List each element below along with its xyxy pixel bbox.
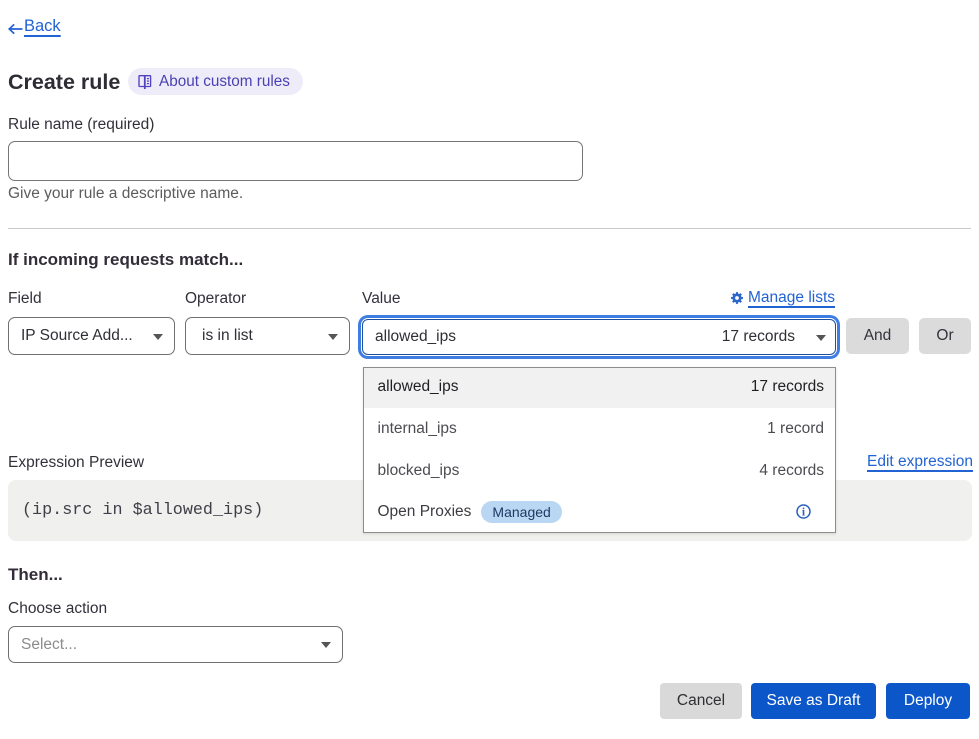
svg-text:i: i	[801, 506, 805, 518]
